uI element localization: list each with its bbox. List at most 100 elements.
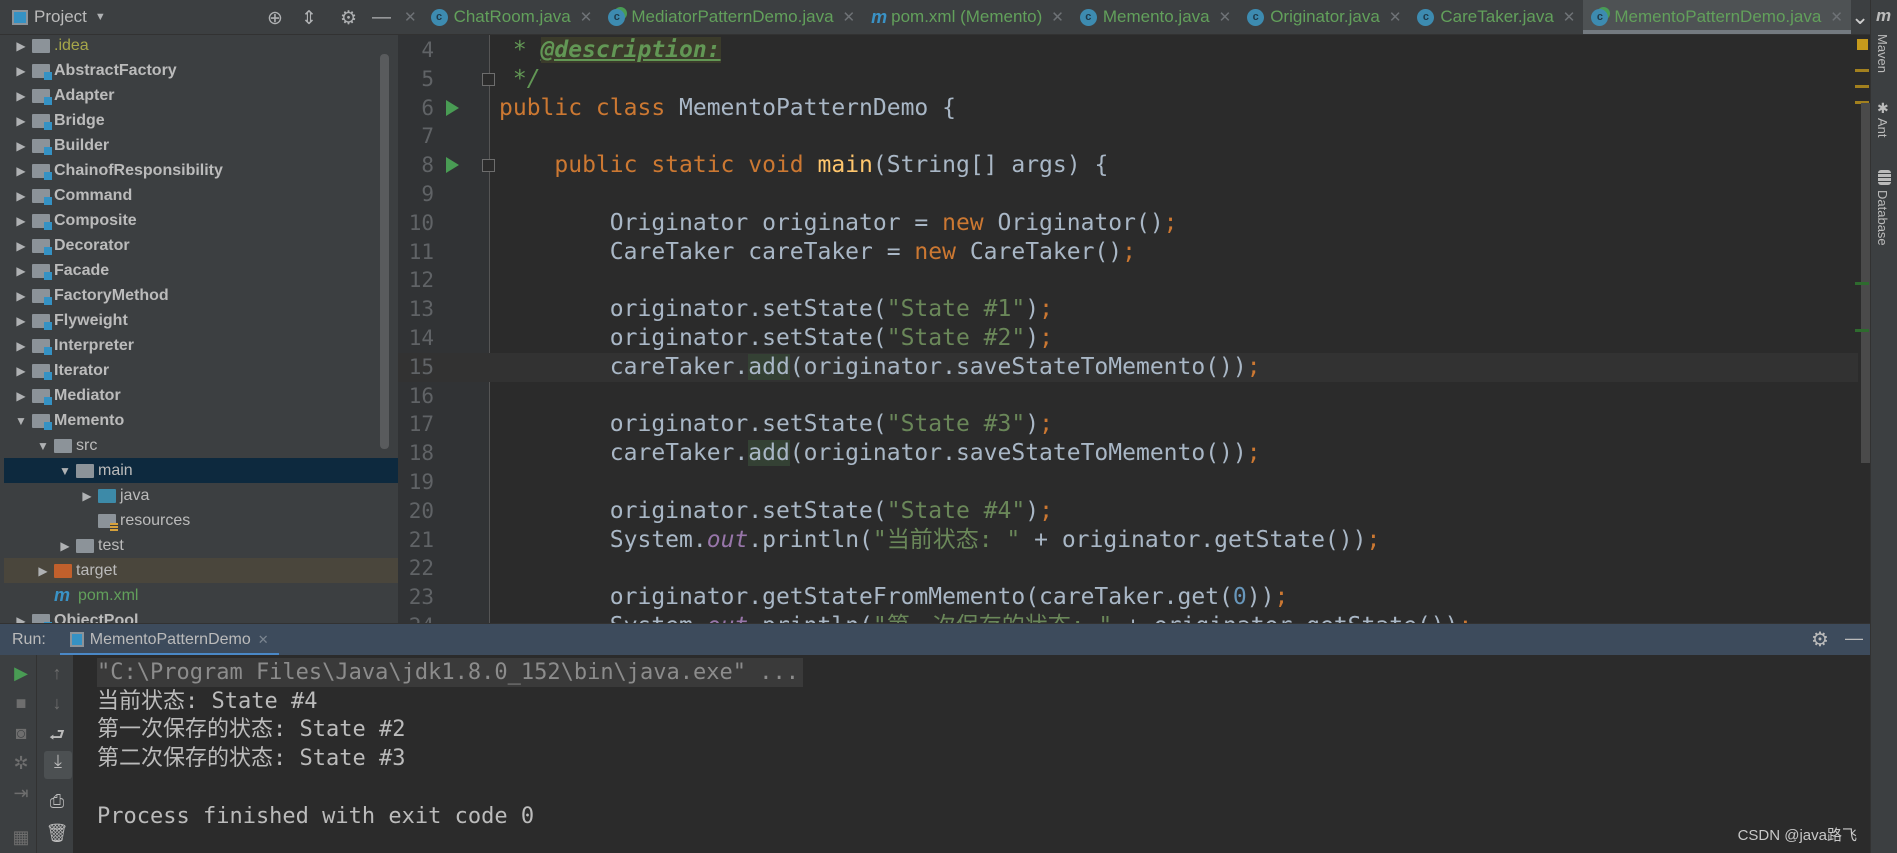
- minimize-icon[interactable]: —: [372, 7, 391, 29]
- maven-tool-button[interactable]: Maven: [1875, 34, 1890, 73]
- tree-item[interactable]: ▼ Memento: [4, 408, 398, 433]
- code-line[interactable]: 13 originator.setState("State #1");: [398, 295, 1858, 324]
- tree-item[interactable]: m pom.xml: [4, 583, 398, 608]
- ant-tool-button[interactable]: Ant: [1875, 118, 1890, 138]
- tree-item[interactable]: ▶ java: [4, 483, 398, 508]
- chevron-right-icon[interactable]: ▶: [10, 614, 32, 624]
- fold-icon[interactable]: [482, 159, 495, 173]
- code-line[interactable]: 16: [398, 382, 1858, 411]
- exit-icon[interactable]: ⇥: [6, 783, 36, 804]
- run-gutter-icon[interactable]: [446, 99, 459, 116]
- tree-item[interactable]: ▶ FactoryMethod: [4, 283, 398, 308]
- code-line[interactable]: 18 careTaker.add(originator.saveStateToM…: [398, 439, 1858, 468]
- warning-indicator-icon[interactable]: [1857, 39, 1868, 50]
- code-line[interactable]: 17 originator.setState("State #3");: [398, 410, 1858, 439]
- code-line[interactable]: 22: [398, 554, 1858, 583]
- rerun-icon[interactable]: ▶: [6, 663, 36, 684]
- tree-item[interactable]: ▶ Decorator: [4, 233, 398, 258]
- collapse-all-icon[interactable]: ⇕: [301, 7, 317, 30]
- run-config-tab[interactable]: MementoPatternDemo ✕: [59, 624, 279, 656]
- code-line[interactable]: 4 * @description:: [398, 36, 1858, 65]
- code-line[interactable]: 6 public class MementoPatternDemo {: [398, 94, 1858, 123]
- editor-tab[interactable]: c MementoPatternDemo.java ✕: [1583, 0, 1851, 34]
- arrow-down-icon[interactable]: ↓: [42, 693, 72, 714]
- tree-item[interactable]: ▶ Flyweight: [4, 308, 398, 333]
- chevron-right-icon[interactable]: ▶: [10, 239, 32, 253]
- code-editor[interactable]: 4 * @description: 5 */6 public class Memen…: [398, 35, 1870, 623]
- chevron-right-icon[interactable]: ▶: [10, 39, 32, 53]
- layout-icon[interactable]: ▦: [6, 827, 36, 848]
- chevron-right-icon[interactable]: ▶: [76, 489, 98, 503]
- marker[interactable]: [1855, 282, 1869, 285]
- tree-item[interactable]: ▶ Builder: [4, 133, 398, 158]
- database-tool-button[interactable]: Database: [1875, 190, 1890, 246]
- editor-tab[interactable]: c Originator.java ✕: [1239, 0, 1409, 34]
- tree-item[interactable]: ▶ Composite: [4, 208, 398, 233]
- code-line[interactable]: 14 originator.setState("State #2");: [398, 324, 1858, 353]
- chevron-right-icon[interactable]: ▶: [10, 189, 32, 203]
- editor-tab[interactable]: m pom.xml (Memento) ✕: [863, 0, 1072, 34]
- tree-item[interactable]: ▶ .idea: [4, 35, 398, 58]
- project-tree[interactable]: ▶ .idea ▶ AbstractFactory ▶ Adapter ▶ Bridge ▶ Bu…: [0, 35, 398, 623]
- chevron-down-icon[interactable]: ⌄: [1851, 0, 1869, 34]
- tree-item[interactable]: ▶ Interpreter: [4, 333, 398, 358]
- tree-item[interactable]: ▶ AbstractFactory: [4, 58, 398, 83]
- close-icon[interactable]: ✕: [1219, 8, 1232, 26]
- minimize-icon[interactable]: —: [1845, 628, 1863, 649]
- run-console[interactable]: "C:\Program Files\Java\jdk1.8.0_152\bin\…: [73, 655, 1870, 853]
- editor-tab[interactable]: c CareTaker.java ✕: [1409, 0, 1583, 34]
- trash-icon[interactable]: 🗑: [42, 823, 72, 844]
- code-line[interactable]: 24 System.out.println("第一次保存的状态: " + ori…: [398, 612, 1858, 623]
- chevron-right-icon[interactable]: ▶: [10, 64, 32, 78]
- chevron-right-icon[interactable]: ▶: [10, 314, 32, 328]
- marker[interactable]: [1855, 329, 1869, 332]
- chevron-right-icon[interactable]: ▶: [10, 214, 32, 228]
- run-gutter-icon[interactable]: [446, 157, 459, 174]
- database-icon[interactable]: [1878, 170, 1891, 185]
- chevron-right-icon[interactable]: ▶: [10, 89, 32, 103]
- project-tree-scrollbar[interactable]: [380, 54, 389, 449]
- close-icon[interactable]: ✕: [1389, 8, 1402, 26]
- project-view-selector[interactable]: Project: [34, 7, 87, 27]
- code-line[interactable]: 11 CareTaker careTaker = new CareTaker()…: [398, 238, 1858, 267]
- code-line[interactable]: 23 originator.getStateFromMemento(careTa…: [398, 583, 1858, 612]
- tree-item[interactable]: ▶ ChainofResponsibility: [4, 158, 398, 183]
- close-icon[interactable]: ✕: [1051, 8, 1064, 26]
- tree-item[interactable]: ▶ Iterator: [4, 358, 398, 383]
- close-icon[interactable]: ✕: [398, 0, 423, 34]
- close-icon[interactable]: ✕: [1563, 8, 1576, 26]
- tree-item[interactable]: ▶ Adapter: [4, 83, 398, 108]
- tree-item[interactable]: ▶ Bridge: [4, 108, 398, 133]
- close-icon[interactable]: ✕: [580, 8, 593, 26]
- arrow-up-icon[interactable]: ↑: [42, 663, 72, 684]
- code-line[interactable]: 12: [398, 266, 1858, 295]
- chevron-right-icon[interactable]: ▶: [10, 164, 32, 178]
- code-line[interactable]: 19: [398, 468, 1858, 497]
- tree-item[interactable]: ▼ main: [4, 458, 398, 483]
- editor-tab[interactable]: c Memento.java ✕: [1072, 0, 1239, 34]
- print-icon[interactable]: ⎙: [42, 791, 72, 812]
- chevron-right-icon[interactable]: ▶: [10, 364, 32, 378]
- marker[interactable]: [1855, 85, 1869, 88]
- maven-icon[interactable]: m: [1876, 6, 1891, 26]
- marker[interactable]: [1855, 69, 1869, 72]
- stop-icon[interactable]: ■: [6, 693, 36, 714]
- tree-item[interactable]: ▶ target: [4, 558, 398, 583]
- soft-wrap-icon[interactable]: ⮐: [42, 723, 72, 753]
- tree-item[interactable]: resources: [4, 508, 398, 533]
- tree-item[interactable]: ▶ Command: [4, 183, 398, 208]
- tree-item[interactable]: ▶ Facade: [4, 258, 398, 283]
- close-icon[interactable]: ✕: [843, 8, 856, 26]
- tree-item[interactable]: ▶ Mediator: [4, 383, 398, 408]
- editor-scrollbar[interactable]: [1855, 35, 1870, 623]
- chevron-down-icon[interactable]: ▼: [32, 439, 54, 453]
- code-line[interactable]: 9: [398, 180, 1858, 209]
- code-line[interactable]: 8 public static void main(String[] args)…: [398, 151, 1858, 180]
- chevron-down-icon[interactable]: ▼: [10, 414, 32, 428]
- code-line[interactable]: 20 originator.setState("State #4");: [398, 497, 1858, 526]
- editor-tab[interactable]: c ChatRoom.java ✕: [423, 0, 601, 34]
- code-line[interactable]: 15 careTaker.add(originator.saveStateToM…: [398, 352, 1858, 382]
- chevron-down-icon[interactable]: ▼: [54, 464, 76, 478]
- caret-down-icon[interactable]: ▼: [95, 11, 106, 23]
- code-line[interactable]: 21 System.out.println("当前状态: " + origina…: [398, 526, 1858, 555]
